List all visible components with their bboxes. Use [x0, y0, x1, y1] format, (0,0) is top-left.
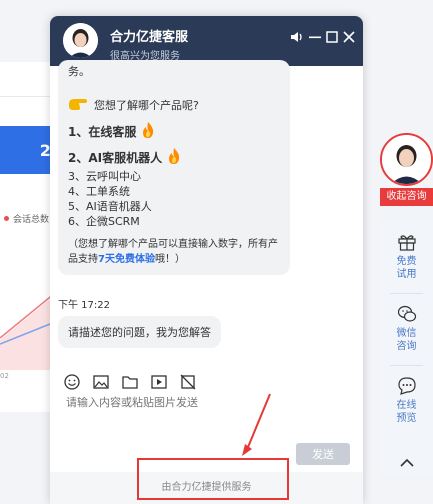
minimize-icon[interactable] — [309, 31, 321, 43]
note-suffix: 哦！） — [154, 254, 185, 265]
legend-dot — [4, 216, 9, 221]
side-divider — [390, 293, 423, 294]
input-toolbar — [64, 374, 196, 390]
chat-header: 合力亿捷客服 很高兴为您服务 — [50, 16, 363, 66]
message-timestamp: 下午 17:22 — [58, 300, 110, 311]
side-item-label: 在线 预览 — [396, 400, 417, 424]
send-button[interactable]: 发送 — [296, 443, 350, 465]
option-item[interactable]: 4、工单系统 — [68, 184, 280, 199]
chart-axis-tick: 02 — [0, 372, 9, 380]
hot-item-2[interactable]: 2、AI客服机器人 — [68, 147, 280, 169]
hot-item-label: 2、AI客服机器人 — [68, 150, 163, 165]
legend-label: 会话总数 — [13, 215, 50, 225]
back-to-top-button[interactable] — [380, 450, 433, 474]
agent-avatar — [63, 23, 98, 58]
sound-icon[interactable] — [290, 31, 304, 43]
side-item-online-preview[interactable]: 在线 预览 — [380, 376, 433, 425]
close-icon[interactable] — [343, 31, 355, 43]
side-item-free-trial[interactable]: 免费 试用 — [380, 232, 433, 281]
option-item[interactable]: 6、企微SCRM — [68, 214, 280, 229]
question-text: 您想了解哪个产品呢? — [94, 98, 199, 112]
highlight-arrow — [242, 393, 271, 456]
screenshot-icon[interactable] — [180, 374, 196, 390]
message-note: （您想了解哪个产品可以直接输入数字，所有产品支持7天免费体验哦！） — [68, 237, 280, 267]
hot-item-label: 1、在线客服 — [68, 124, 137, 139]
free-trial-highlight: 7天免费体验 — [98, 254, 155, 265]
gift-icon — [397, 235, 416, 251]
message-tail-text: 务。 — [68, 65, 90, 78]
fire-icon — [140, 121, 156, 143]
pointing-hand-icon — [68, 95, 90, 115]
chat-window: 合力亿捷客服 很高兴为您服务 务。 您想了解哪个产品呢? 1、在线客服 2、AI… — [50, 16, 363, 504]
prompt-message-bubble: 请描述您的问题，我为您解答 — [58, 316, 221, 348]
background-legend: 会话总数 — [4, 212, 49, 225]
chat-messages: 务。 您想了解哪个产品呢? 1、在线客服 2、AI客服机器人 3、云呼叫中心 4… — [50, 60, 363, 386]
header-controls — [290, 31, 355, 43]
chat-bubble-icon — [397, 377, 416, 395]
hot-item-1[interactable]: 1、在线客服 — [68, 121, 280, 143]
maximize-icon[interactable] — [326, 31, 338, 43]
collapse-consult-tag[interactable]: 收起咨询 — [380, 188, 433, 206]
video-icon[interactable] — [151, 374, 167, 390]
product-question: 您想了解哪个产品呢? — [68, 95, 280, 115]
side-item-label: 微信 咨询 — [396, 328, 417, 352]
highlight-box — [137, 458, 289, 500]
side-divider — [390, 365, 423, 366]
option-item[interactable]: 3、云呼叫中心 — [68, 169, 280, 184]
chat-title: 合力亿捷客服 — [110, 30, 189, 45]
fire-icon — [166, 147, 182, 169]
bot-message-bubble: 务。 您想了解哪个产品呢? 1、在线客服 2、AI客服机器人 3、云呼叫中心 4… — [58, 60, 290, 275]
chevron-up-icon — [399, 458, 414, 467]
emoji-icon[interactable] — [64, 374, 80, 390]
side-item-wechat[interactable]: 微信 咨询 — [380, 304, 433, 353]
wechat-icon — [397, 305, 416, 322]
option-item[interactable]: 5、AI语音机器人 — [68, 199, 280, 214]
consult-avatar[interactable] — [380, 133, 433, 186]
side-panel: 免费 试用 微信 咨询 在线 预览 — [380, 218, 433, 450]
image-icon[interactable] — [93, 374, 109, 390]
side-item-label: 免费 试用 — [396, 256, 417, 280]
message-input[interactable] — [66, 396, 346, 409]
folder-icon[interactable] — [122, 374, 138, 390]
